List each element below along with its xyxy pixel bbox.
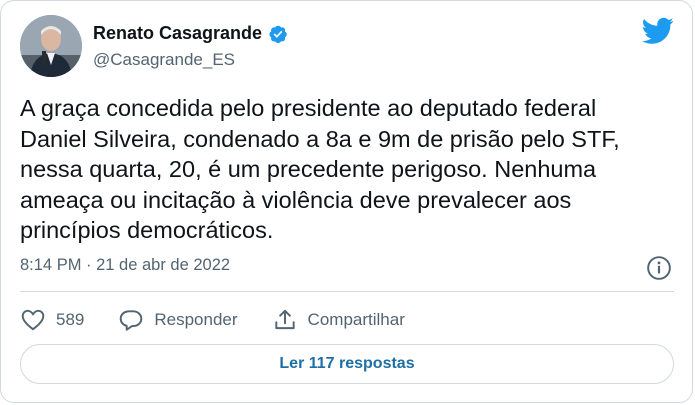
author-name-row[interactable]: Renato Casagrande	[93, 23, 288, 44]
action-bar: 589 Responder Compartilhar	[20, 307, 405, 333]
reply-button[interactable]: Responder	[118, 307, 238, 333]
share-button[interactable]: Compartilhar	[272, 307, 405, 333]
read-replies-button[interactable]: Ler 117 respostas	[20, 344, 674, 384]
author-name[interactable]: Renato Casagrande	[93, 23, 262, 44]
read-replies-label: Ler 117 respostas	[279, 355, 415, 372]
verified-badge-icon	[269, 25, 287, 43]
info-icon[interactable]	[646, 255, 672, 281]
tweet-timestamp[interactable]: 8:14 PM · 21 de abr de 2022	[20, 256, 230, 275]
like-count: 589	[56, 310, 85, 329]
tweet-text: A graça concedida pelo presidente ao dep…	[20, 95, 620, 243]
reply-label: Responder	[154, 310, 238, 329]
author-handle[interactable]: @Casagrande_ES	[93, 50, 235, 70]
share-label: Compartilhar	[307, 310, 405, 329]
tweet-card: Renato Casagrande @Casagrande_ES A graça…	[0, 0, 693, 403]
share-upload-icon	[274, 309, 295, 330]
profile-photo	[20, 15, 82, 77]
heart-icon	[21, 309, 45, 331]
twitter-bird-icon[interactable]	[642, 17, 674, 45]
like-button[interactable]: 589	[20, 307, 84, 333]
avatar[interactable]	[20, 15, 82, 77]
divider	[20, 291, 674, 292]
speech-bubble-icon	[120, 310, 143, 331]
